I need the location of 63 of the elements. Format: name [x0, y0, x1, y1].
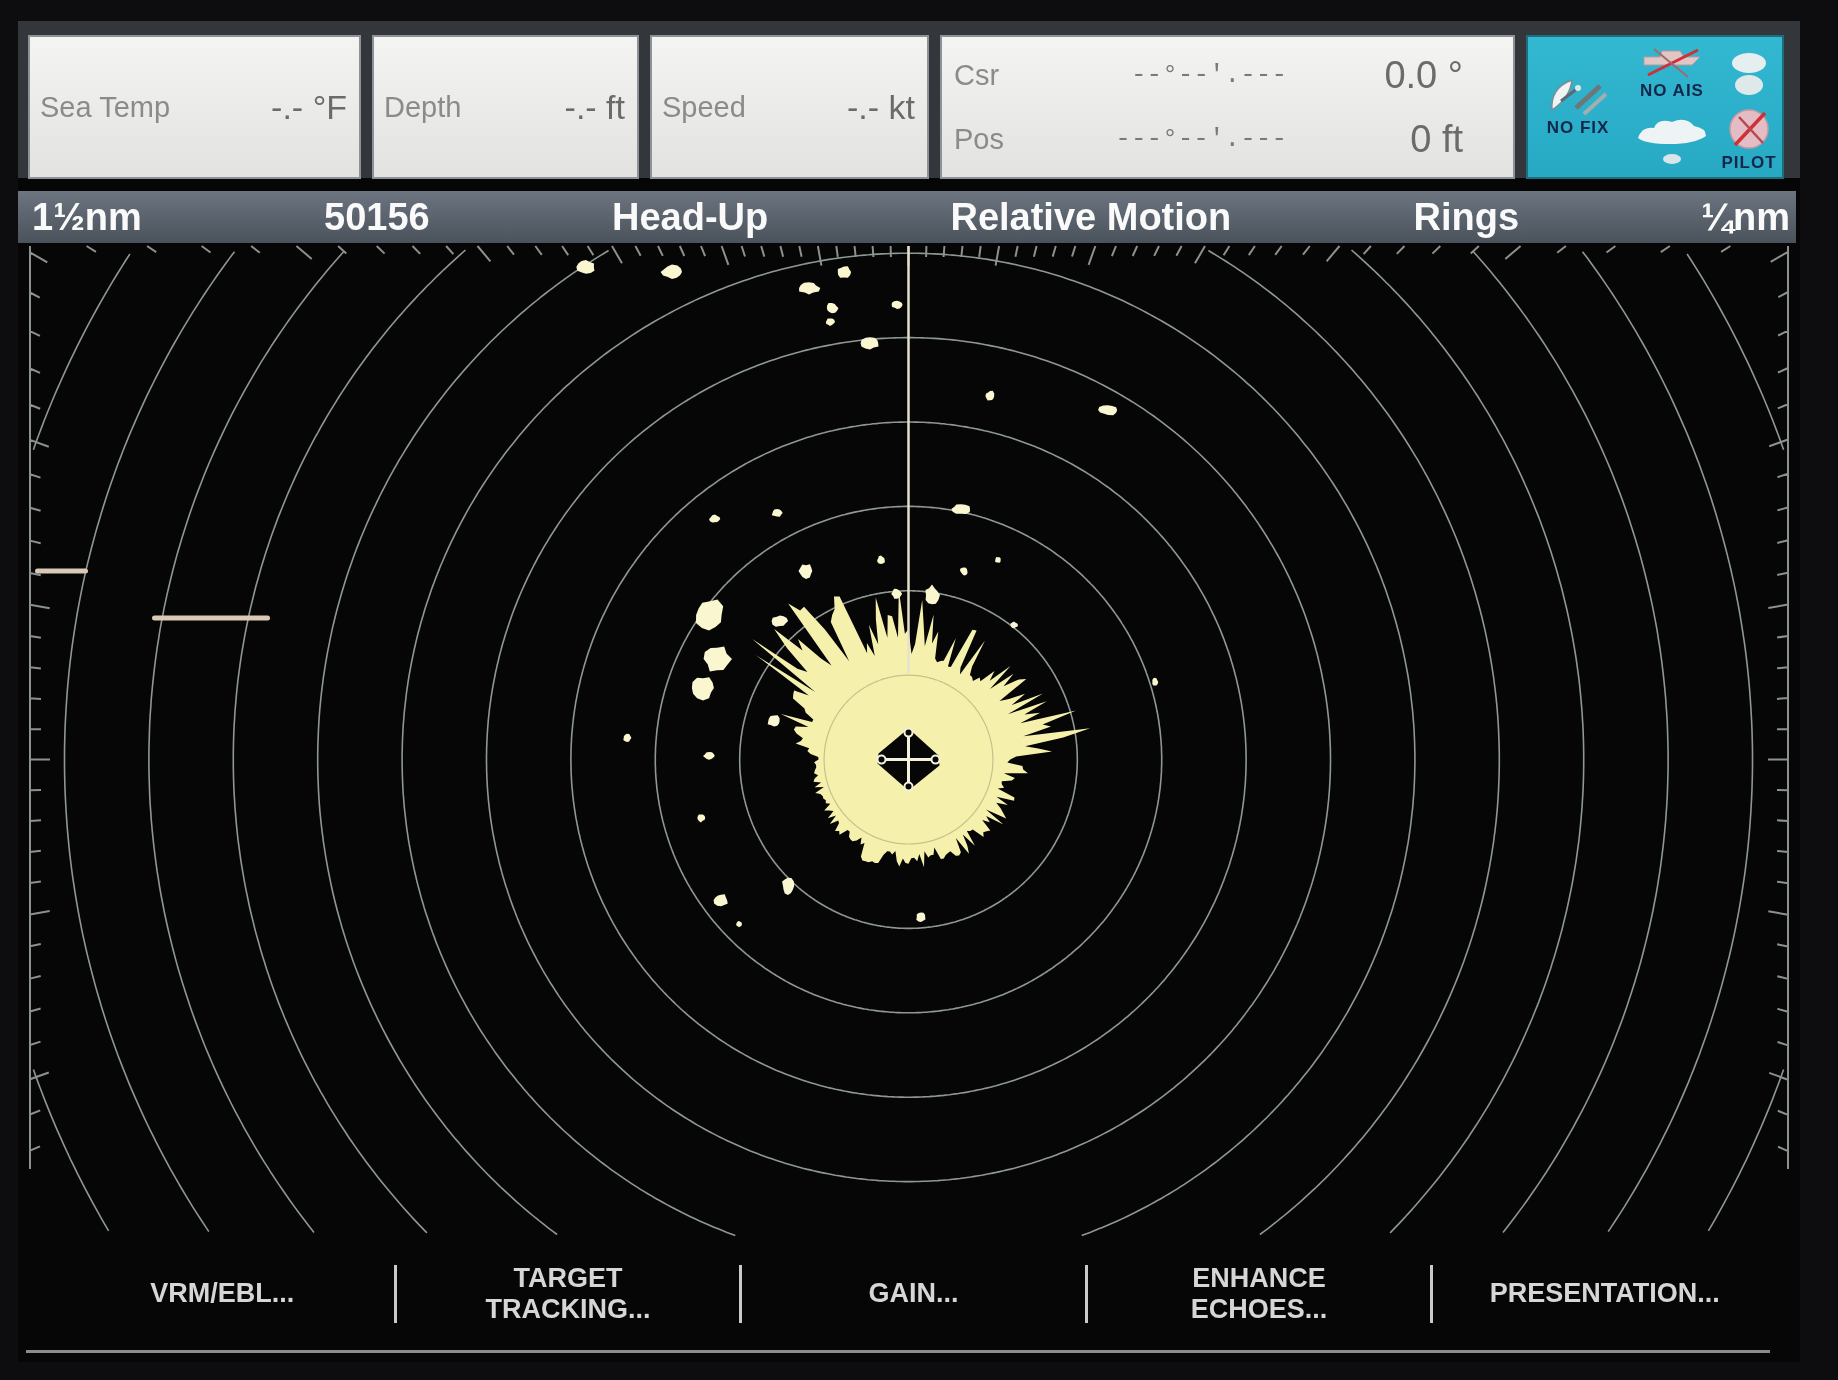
status-label: PILOT: [1721, 153, 1777, 173]
soft-key-button[interactable]: PRESENTATION...: [1433, 1272, 1776, 1315]
radar-echo: [623, 733, 632, 742]
satellite-dish-icon: [1548, 76, 1608, 116]
radar-echo: [925, 584, 940, 605]
data-value: 0.0 °: [1383, 53, 1463, 97]
radar-echo: [860, 337, 879, 350]
data-label: Csr: [954, 58, 1000, 92]
soft-key-button[interactable]: TARGET TRACKING...: [396, 1257, 740, 1330]
radar-echo: [576, 260, 595, 274]
radar-echo: [799, 282, 821, 295]
radar-echo: [826, 303, 839, 314]
status-label: NO FIX: [1546, 118, 1610, 138]
data-label: Speed: [662, 90, 746, 124]
data-value: -.- °F: [271, 87, 347, 127]
interference-streak: [35, 568, 88, 574]
radar-echo: [1010, 621, 1018, 629]
radar-echo: [767, 715, 780, 727]
radar-echo: [709, 514, 721, 523]
status-bar-text: 1½nm: [32, 198, 142, 236]
radar-echo: [877, 555, 885, 564]
radar-echo: [916, 912, 926, 922]
position-value: ---°--'.---: [1115, 124, 1287, 154]
data-label: Depth: [384, 90, 462, 124]
radar-echo: [696, 599, 724, 631]
radar-echo: [660, 264, 682, 279]
radar-echo: [703, 646, 732, 672]
radar-echo: [771, 509, 783, 517]
stacked-discs-icon: [1730, 51, 1768, 97]
radar-echo: [703, 752, 715, 760]
status-bar-text: 50156: [324, 198, 430, 236]
soft-key-button[interactable]: ENHANCE ECHOES...: [1087, 1257, 1431, 1330]
soft-key-button[interactable]: VRM/EBL...: [51, 1272, 394, 1315]
status-bar-text: Rings: [1413, 198, 1520, 236]
radar-echo: [995, 557, 1001, 563]
radar-echo: [713, 894, 728, 907]
data-value: -.- ft: [564, 87, 625, 127]
radar-echo: [771, 615, 789, 627]
radar-echo: [951, 504, 970, 515]
data-value: 0 ft: [1409, 117, 1463, 161]
radar-echo: [782, 877, 795, 896]
status-label: NO AIS: [1640, 81, 1704, 101]
status-bar-text: Relative Motion: [950, 198, 1232, 236]
radar-echo: [691, 677, 714, 701]
radar-echo: [891, 588, 903, 599]
crosshair-icon: [876, 727, 941, 792]
radar-echo: [985, 390, 995, 401]
position-value: --°--'.---: [1130, 60, 1287, 90]
radar-echo: [1152, 677, 1159, 686]
radar-echo: [736, 921, 742, 928]
data-value: -.- kt: [847, 87, 915, 127]
soft-key-button[interactable]: GAIN...: [742, 1272, 1085, 1315]
data-label: Pos: [954, 122, 1004, 156]
radar-echo: [825, 318, 835, 326]
radar-echo: [697, 814, 706, 823]
radar-echo: [798, 564, 813, 579]
radar-echo: [891, 300, 903, 310]
data-label: Sea Temp: [40, 90, 171, 124]
status-bar-text: Head-Up: [611, 198, 769, 236]
radar-echo: [960, 567, 968, 576]
radar-echo: [1098, 405, 1118, 416]
radar-echo: [837, 266, 852, 278]
status-bar-text: ¼nm: [1701, 198, 1790, 236]
